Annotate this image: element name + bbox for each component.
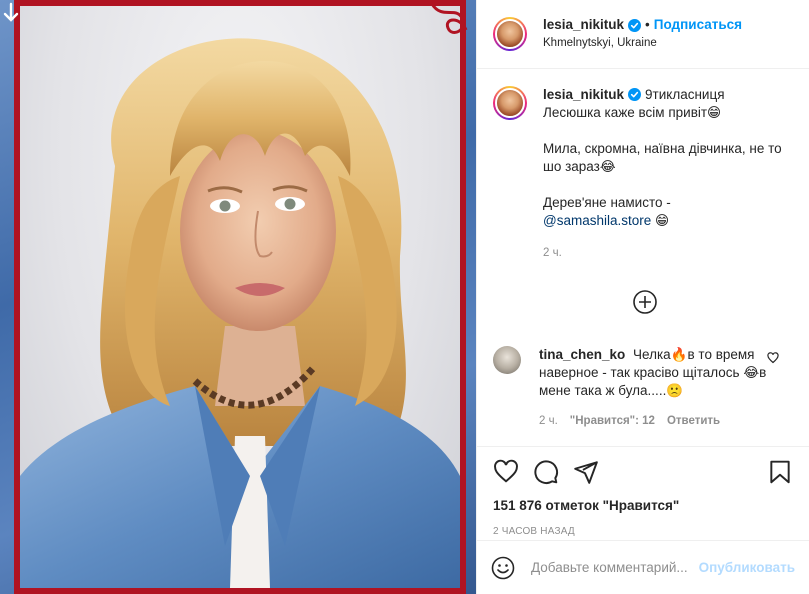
post-caption: lesia_nikituk 9тикласниця Лесюшка каже вс… <box>477 70 809 445</box>
verified-badge-icon <box>628 18 642 32</box>
separator-dot: • <box>645 17 650 32</box>
caption-time: 2 ч. <box>543 247 562 259</box>
publish-button[interactable]: Опубликовать <box>699 560 795 575</box>
down-arrow-icon[interactable] <box>2 2 20 24</box>
caption-body: lesia_nikituk 9тикласниця Лесюшка каже вс… <box>543 86 783 262</box>
mention-emoji: 😁 <box>655 213 670 228</box>
commenter-avatar[interactable] <box>493 346 521 374</box>
bookmark-icon[interactable] <box>767 459 793 485</box>
comment-time: 2 ч. <box>539 415 558 427</box>
post-sidebar: lesia_nikituk • Подписаться Khmelnytskyi… <box>476 0 809 594</box>
caption-paragraph-3: Дерев'яне намисто - <box>543 195 671 210</box>
post-actions: 151 876 отметок "Нравится" 2 ЧАСОВ НАЗАД <box>477 446 809 537</box>
reply-button[interactable]: Ответить <box>667 412 720 430</box>
comment-icon[interactable] <box>533 459 559 485</box>
heart-icon[interactable] <box>493 459 519 485</box>
comment-input[interactable] <box>531 560 699 575</box>
post-photo[interactable] <box>0 0 476 594</box>
follow-button[interactable]: Подписаться <box>654 16 742 34</box>
share-icon[interactable] <box>573 459 599 485</box>
emoji-icon[interactable] <box>491 556 515 580</box>
author-info: lesia_nikituk • Подписаться Khmelnytskyi… <box>543 16 742 52</box>
post-location[interactable]: Khmelnytskyi, Ukraine <box>543 34 742 52</box>
portrait-photo <box>20 6 460 588</box>
comment-body: tina_chen_ko Челка🔥в то время наверное -… <box>539 346 771 430</box>
post-header: lesia_nikituk • Подписаться Khmelnytskyi… <box>477 0 809 69</box>
author-avatar[interactable] <box>493 17 527 51</box>
caption-line-2: Лесюшка каже всім привіт😁 <box>543 105 722 120</box>
caption-line-1: 9тикласниця <box>645 87 725 102</box>
add-comment-bar: Опубликовать <box>477 540 809 594</box>
caption-username[interactable]: lesia_nikituk <box>543 87 624 102</box>
caption-avatar[interactable] <box>493 86 527 120</box>
likes-count[interactable]: 151 876 отметок "Нравится" <box>493 498 793 513</box>
author-username[interactable]: lesia_nikituk <box>543 16 624 34</box>
comment-like-heart-icon[interactable] <box>767 352 779 364</box>
verified-badge-icon <box>628 88 642 101</box>
comment-likes[interactable]: "Нравится": 12 <box>570 412 655 430</box>
instagram-post: lesia_nikituk • Подписаться Khmelnytskyi… <box>0 0 809 594</box>
ornament-decoration <box>430 3 468 34</box>
commenter-username[interactable]: tina_chen_ko <box>539 347 625 362</box>
photo-frame <box>14 0 466 594</box>
caption-paragraph-2: Мила, скромна, наївна дівчинка, не то шо… <box>543 141 782 174</box>
posted-time: 2 ЧАСОВ НАЗАД <box>493 526 575 537</box>
load-more-comments-icon[interactable] <box>633 290 657 314</box>
portrait-illustration <box>20 38 460 588</box>
comment-item: tina_chen_ko Челка🔥в то время наверное -… <box>493 346 793 430</box>
mention-link[interactable]: @samashila.store <box>543 213 651 228</box>
